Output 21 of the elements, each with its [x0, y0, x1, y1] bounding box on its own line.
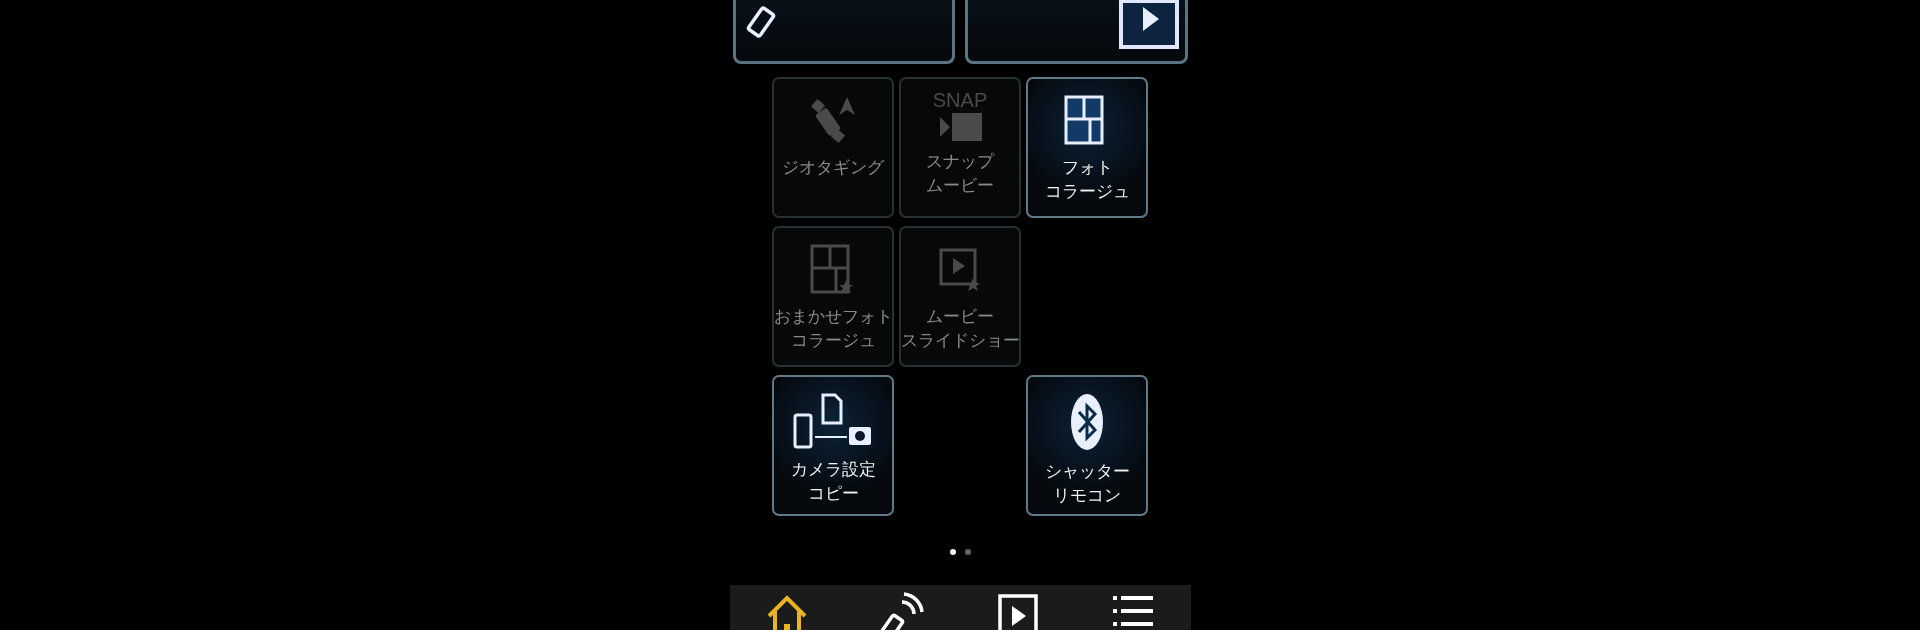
- phone-camera-copy-icon: [793, 393, 873, 449]
- play-icon: [995, 592, 1040, 630]
- snap-label: SNAP: [932, 89, 988, 111]
- function-tile[interactable]: カメラ設定 コピー: [772, 375, 894, 516]
- tile-label: ムービー スライドショー: [900, 305, 1020, 352]
- tile-label: おまかせフォト コラージュ: [773, 305, 893, 352]
- bluetooth-icon: [1070, 393, 1104, 451]
- play-screen-icon: [1118, 0, 1179, 49]
- tile-label: ジオタギング: [782, 156, 884, 179]
- function-tile[interactable]: ムービー スライドショー: [899, 226, 1021, 367]
- function-tile[interactable]: SNAP スナップ ムービー: [899, 77, 1021, 218]
- tile-label: シャッター リモコン: [1044, 460, 1130, 507]
- function-tile[interactable]: シャッター リモコン: [1026, 375, 1148, 516]
- tile-label: スナップ ムービー: [926, 150, 994, 197]
- function-tile[interactable]: おまかせフォト コラージュ: [772, 226, 894, 367]
- tile-label: カメラ設定 コピー: [790, 458, 876, 505]
- video-camera-icon: [938, 113, 982, 141]
- function-tile[interactable]: フォト コラージュ: [1026, 77, 1148, 218]
- remote-signal-icon: [880, 592, 925, 630]
- function-tile[interactable]: ジオタギング: [772, 77, 894, 218]
- tile-label: フォト コラージュ: [1044, 156, 1130, 203]
